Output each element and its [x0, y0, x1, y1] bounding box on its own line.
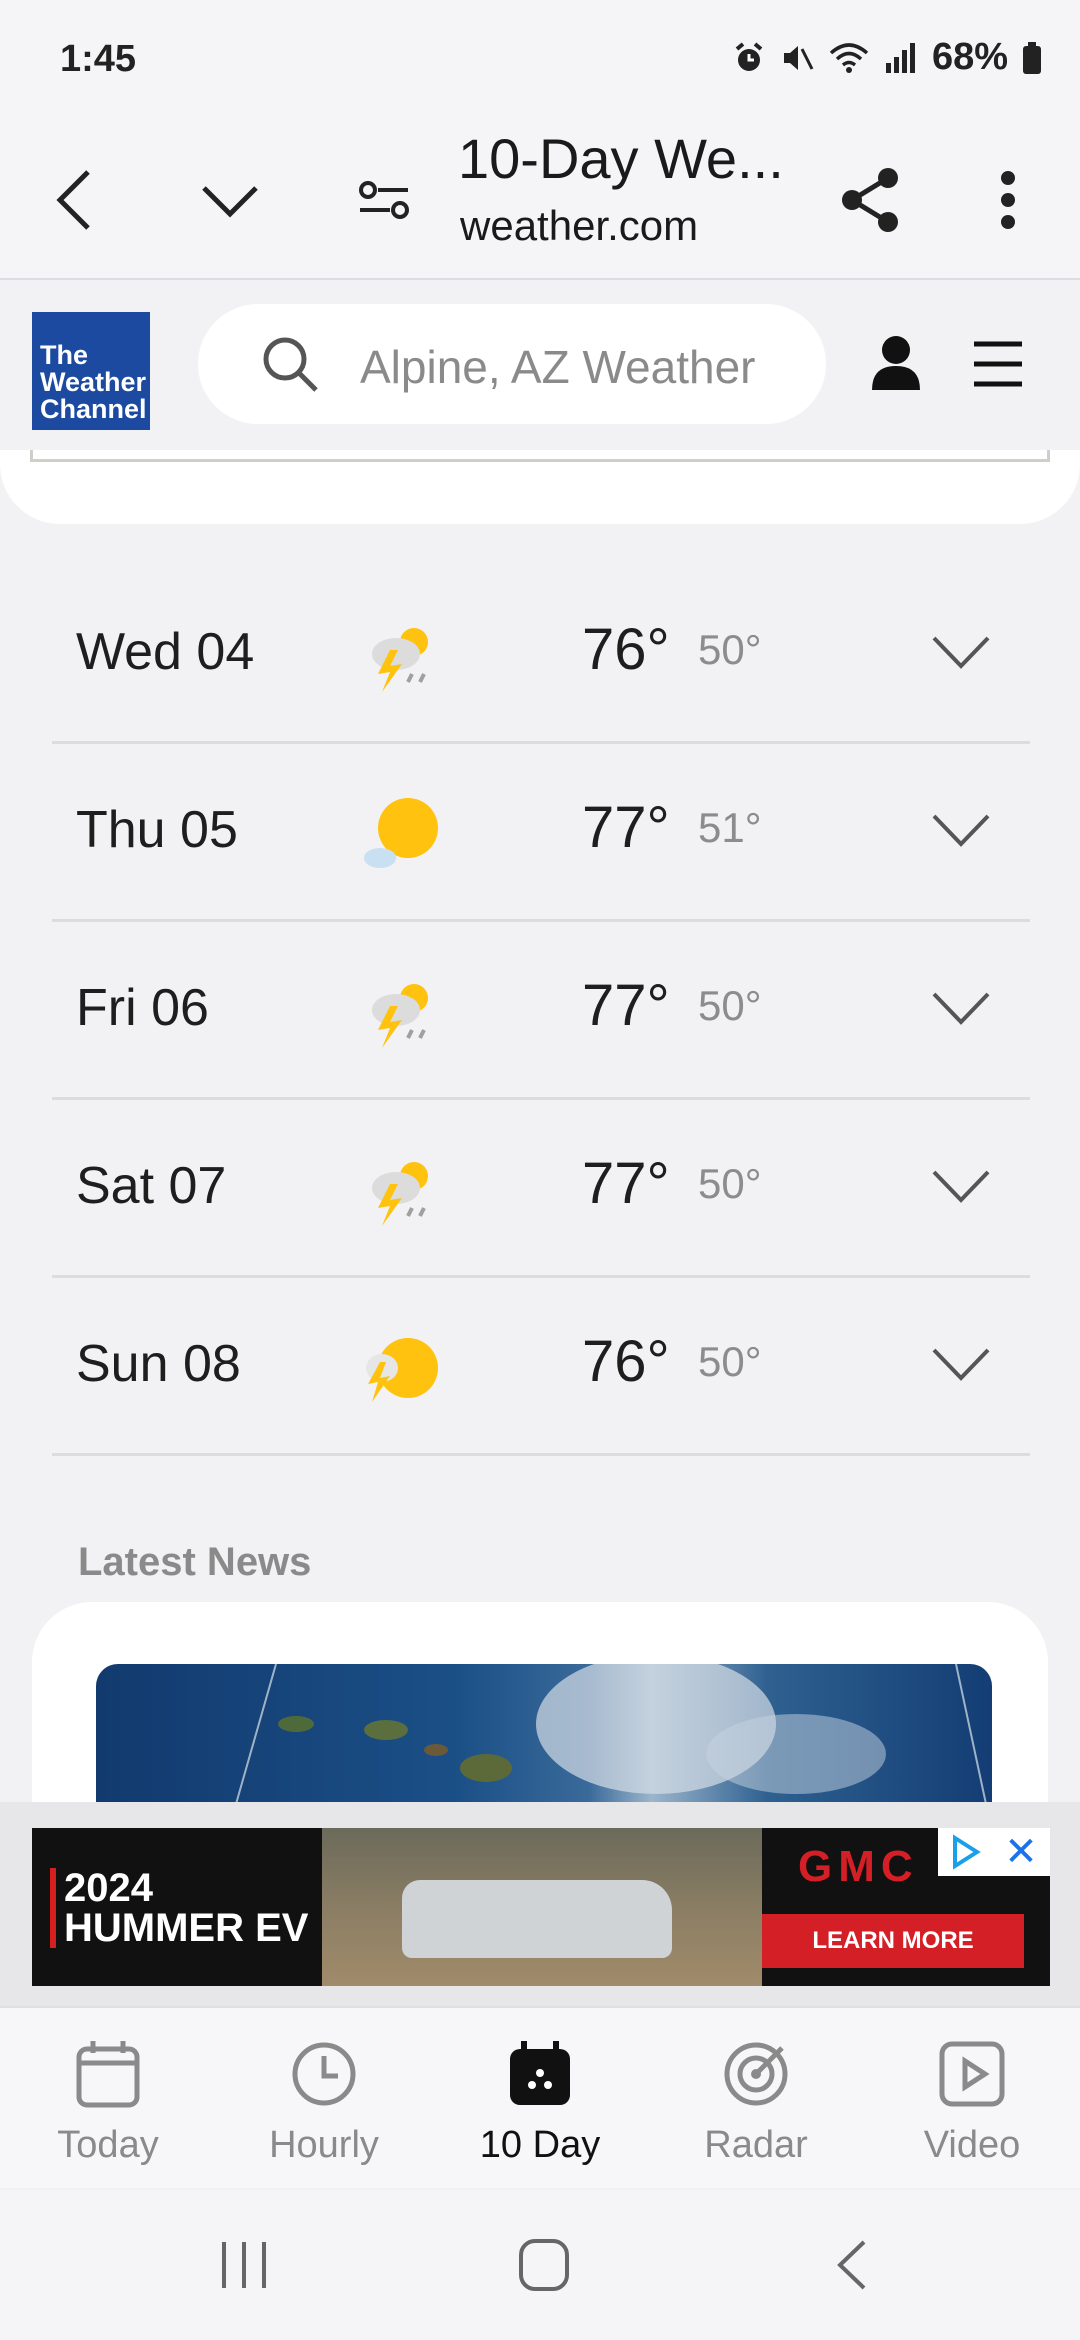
forecast-high: 77° — [582, 973, 670, 1038]
ad-brand-logo: GMC — [798, 1842, 919, 1891]
forecast-day: Wed 04 — [76, 623, 255, 681]
forecast-row[interactable]: Thu 05 77° 51° — [52, 744, 1030, 922]
battery-icon — [1023, 41, 1041, 74]
tab-label: Hourly — [269, 2124, 379, 2166]
calendar-icon — [76, 2041, 140, 2108]
forecast-high: 76° — [582, 617, 670, 682]
forecast-row[interactable]: Fri 06 77° 50° — [52, 922, 1030, 1100]
forecast-row[interactable]: Sat 07 77° 50° — [52, 1100, 1030, 1278]
ad-year: 2024 — [64, 1866, 153, 1910]
share-icon — [842, 168, 898, 232]
back-button[interactable] — [24, 150, 124, 250]
forecast-day: Thu 05 — [76, 801, 238, 859]
collapse-button[interactable] — [180, 150, 280, 250]
wifi-icon — [829, 42, 869, 73]
chevron-down-icon[interactable] — [930, 1166, 992, 1206]
tab-10-day[interactable]: 10 Day — [440, 2034, 640, 2167]
tab-video[interactable]: Video — [872, 2034, 1072, 2167]
thunderstorm-icon — [372, 1162, 428, 1226]
tab-today[interactable]: Today — [8, 2034, 208, 2167]
scattered-thunderstorms-icon — [366, 1338, 438, 1402]
chevron-down-icon[interactable] — [930, 632, 992, 672]
hamburger-menu-icon[interactable] — [972, 338, 1024, 390]
logo-line: Channel — [40, 394, 147, 424]
logo-line: Weather — [40, 367, 147, 397]
status-bar: 1:45 68% — [0, 0, 1080, 120]
more-vertical-icon — [1001, 171, 1015, 229]
video-play-icon — [939, 2041, 1005, 2107]
status-time: 1:45 — [60, 38, 137, 80]
news-thumbnail-image[interactable] — [96, 1664, 992, 1804]
search-input[interactable]: Alpine, AZ Weather — [198, 304, 826, 424]
tab-hourly[interactable]: Hourly — [224, 2034, 424, 2167]
tab-title[interactable]: 10-Day We... — [458, 126, 784, 191]
home-icon[interactable] — [518, 2238, 570, 2292]
ad-headline: 2024 HUMMER EV — [49, 1866, 309, 1950]
more-options-button[interactable] — [958, 150, 1058, 250]
tab-label: Radar — [704, 2124, 808, 2166]
forecast-low: 50° — [698, 626, 762, 673]
system-nav-bar — [0, 2190, 1080, 2340]
signal-icon — [885, 42, 915, 73]
chevron-down-icon[interactable] — [930, 988, 992, 1028]
tab-label: 10 Day — [479, 2124, 601, 2166]
forecast-high: 76° — [582, 1329, 670, 1394]
chevron-down-icon[interactable] — [930, 1344, 992, 1384]
calendar-dots-icon — [510, 2041, 570, 2105]
mute-icon — [783, 45, 814, 70]
forecast-low: 50° — [698, 982, 762, 1029]
weather-channel-logo[interactable]: The Weather Channel — [32, 312, 150, 430]
forecast-row[interactable]: Wed 04 76° 50° — [52, 566, 1030, 744]
status-icons: 68% — [732, 36, 1042, 79]
bottom-tab-bar: Today Hourly 10 Day Radar Video — [0, 2006, 1080, 2188]
forecast-low: 51° — [698, 804, 762, 851]
clock-icon — [292, 2042, 356, 2106]
tune-icon — [359, 181, 409, 219]
ad-learn-more-button[interactable]: LEARN MORE — [762, 1914, 1024, 1968]
recent-apps-icon[interactable] — [218, 2240, 270, 2290]
search-icon — [263, 337, 318, 392]
alarm-icon — [735, 41, 763, 71]
ad-model: HUMMER EV — [64, 1906, 309, 1950]
card-inner-border — [30, 450, 1050, 462]
forecast-high: 77° — [582, 1151, 670, 1216]
forecast-row[interactable]: Sun 08 76° 50° — [52, 1278, 1030, 1456]
chevron-down-icon[interactable] — [930, 810, 992, 850]
forecast-low: 50° — [698, 1338, 762, 1385]
thunderstorm-icon — [372, 984, 428, 1048]
url-domain[interactable]: weather.com — [460, 202, 698, 250]
share-button[interactable] — [820, 150, 920, 250]
search-placeholder: Alpine, AZ Weather — [360, 341, 756, 393]
ten-day-forecast-list: Wed 04 76° 50° Thu 05 77° 51° Fri 06 77°… — [52, 566, 1030, 1456]
battery-percent: 68% — [931, 36, 1008, 78]
forecast-day: Sat 07 — [76, 1157, 227, 1215]
forecast-low: 50° — [698, 1160, 762, 1207]
user-icon[interactable] — [868, 334, 924, 392]
forecast-day: Sun 08 — [76, 1335, 241, 1393]
mostly-sunny-icon — [364, 798, 438, 868]
ad-close-icon[interactable]: ✕ — [992, 1828, 1050, 1876]
tab-label: Today — [57, 2124, 159, 2166]
forecast-day: Fri 06 — [76, 979, 209, 1037]
site-settings-button[interactable] — [334, 150, 434, 250]
ad-choices-icon[interactable] — [938, 1828, 992, 1876]
latest-news-heading: Latest News — [78, 1540, 312, 1584]
forecast-high: 77° — [582, 795, 670, 860]
browser-toolbar: 10-Day We... weather.com — [0, 120, 1080, 280]
satellite-map-image — [235, 1664, 987, 1804]
logo-line: The — [40, 340, 89, 370]
ad-banner[interactable]: 2024 HUMMER EV GMC LEARN MORE ✕ — [32, 1828, 1050, 1986]
radar-icon — [724, 2042, 788, 2106]
thunderstorm-icon — [372, 628, 428, 692]
chevron-down-icon — [202, 186, 258, 218]
tab-label: Video — [923, 2124, 1021, 2166]
ad-vehicle-image — [402, 1880, 672, 1958]
tab-radar[interactable]: Radar — [656, 2034, 856, 2167]
back-icon[interactable] — [832, 2238, 872, 2292]
chevron-left-icon — [56, 170, 90, 230]
